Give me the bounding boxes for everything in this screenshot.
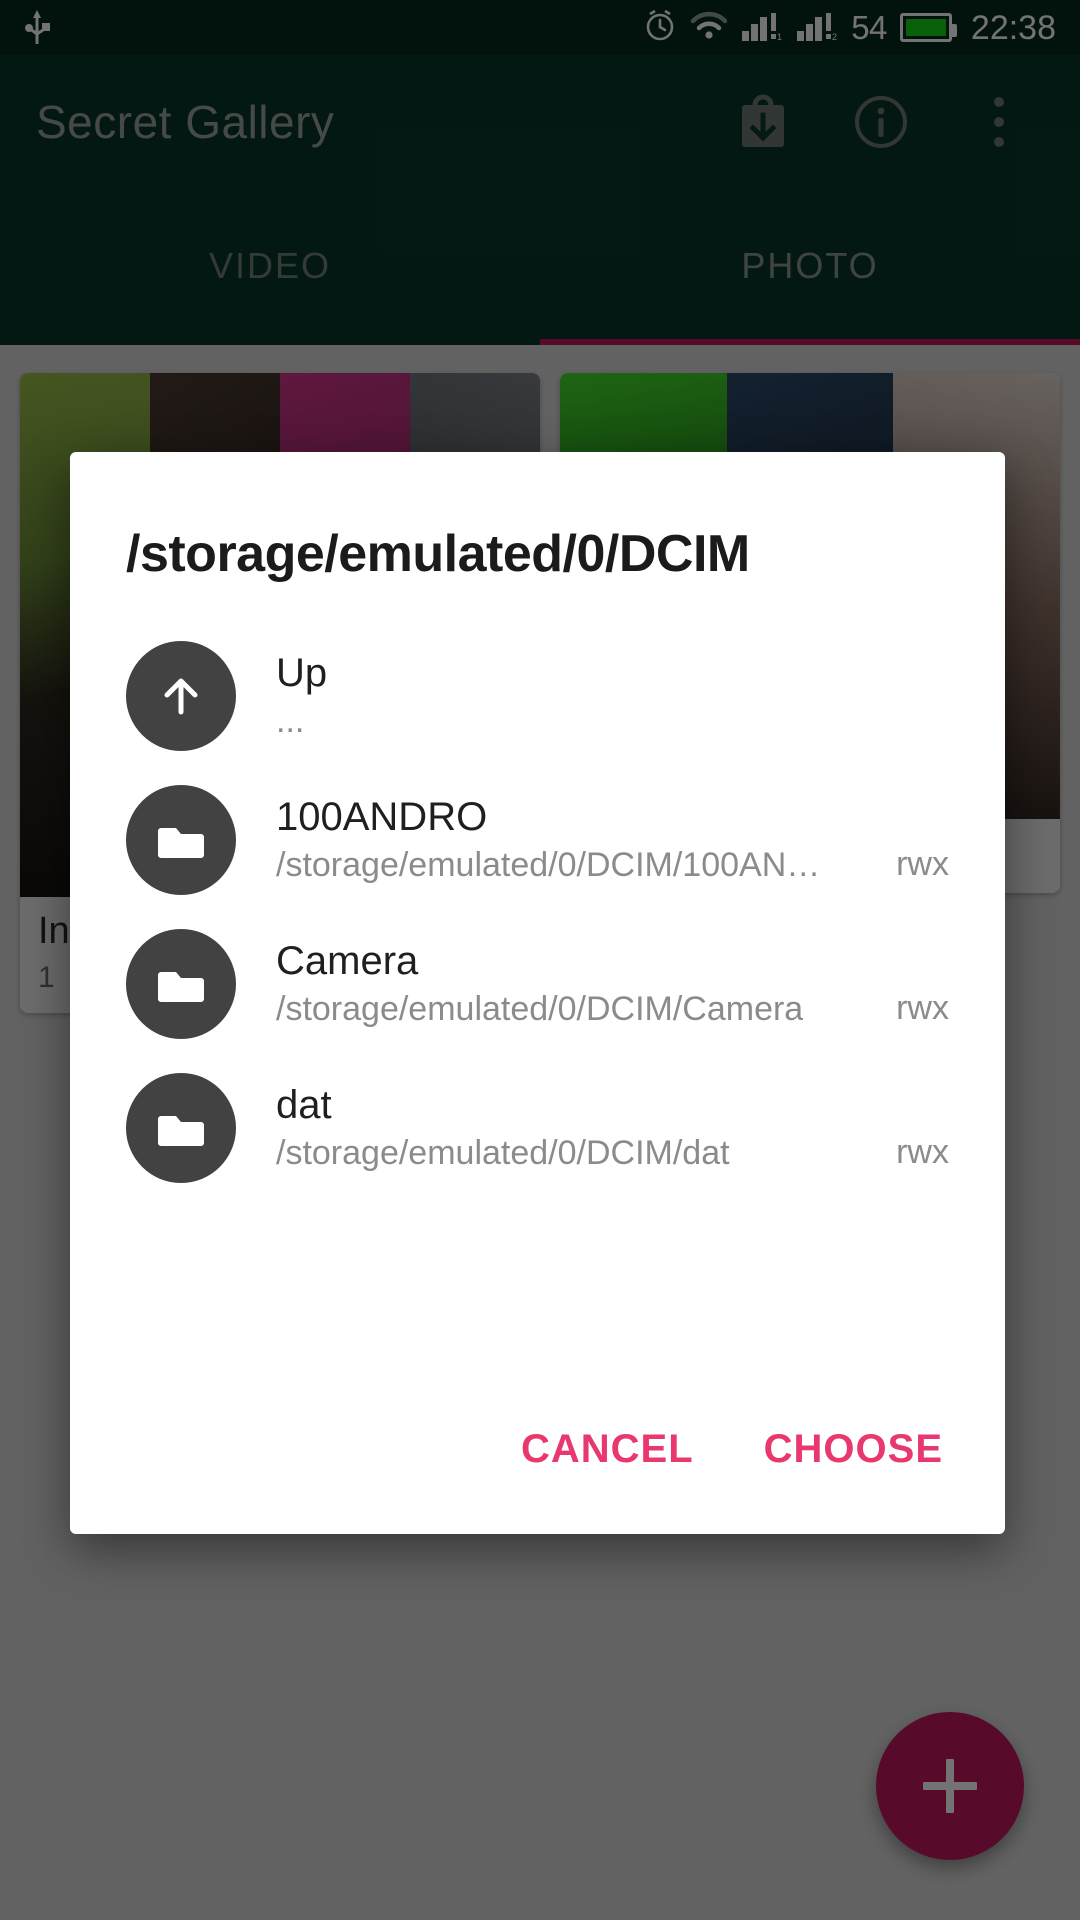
list-item-texts: Up ...: [276, 650, 927, 741]
list-item-path: ...: [276, 702, 305, 741]
screen: 1 2 54 22:38 Secret Gallery: [0, 0, 1080, 1920]
list-item-permissions: rwx: [896, 844, 949, 883]
list-item-folder[interactable]: Camera /storage/emulated/0/DCIM/Camera r…: [70, 912, 1005, 1056]
list-item-texts: 100ANDRO /storage/emulated/0/DCIM/100AN…: [276, 794, 874, 885]
list-item-body: 100ANDRO /storage/emulated/0/DCIM/100AN……: [276, 794, 949, 885]
folder-icon: [126, 785, 236, 895]
list-item-path: /storage/emulated/0/DCIM/dat: [276, 1134, 730, 1173]
list-item-title: Up: [276, 651, 328, 696]
dialog-title: /storage/emulated/0/DCIM: [126, 525, 750, 583]
list-item-up[interactable]: Up ...: [70, 624, 1005, 768]
dialog-actions: CANCEL CHOOSE: [70, 1389, 1005, 1534]
list-item-sub-wrap: /storage/emulated/0/DCIM/Camera: [276, 984, 874, 1029]
list-item-path: /storage/emulated/0/DCIM/100AN…: [276, 846, 821, 885]
list-item-texts: dat /storage/emulated/0/DCIM/dat: [276, 1082, 874, 1173]
list-item-path: /storage/emulated/0/DCIM/Camera: [276, 990, 804, 1029]
list-item-body: Up ...: [276, 650, 949, 741]
list-item-permissions: rwx: [896, 1132, 949, 1171]
directory-list: Up ... 100ANDRO /storage/emulated/0/DCIM…: [70, 624, 1005, 1389]
folder-icon: [126, 929, 236, 1039]
list-item-title: dat: [276, 1083, 332, 1128]
folder-icon: [126, 1073, 236, 1183]
arrow-up-icon: [126, 641, 236, 751]
directory-chooser-dialog: /storage/emulated/0/DCIM Up ... 100ANDRO…: [70, 452, 1005, 1534]
list-item-permissions: rwx: [896, 988, 949, 1027]
list-item-folder[interactable]: 100ANDRO /storage/emulated/0/DCIM/100AN……: [70, 768, 1005, 912]
list-item-body: Camera /storage/emulated/0/DCIM/Camera r…: [276, 938, 949, 1029]
list-item-body: dat /storage/emulated/0/DCIM/dat rwx: [276, 1082, 949, 1173]
list-item-sub-wrap: ...: [276, 696, 927, 741]
list-item-sub-wrap: /storage/emulated/0/DCIM/100AN…: [276, 840, 874, 885]
cancel-button[interactable]: CANCEL: [495, 1411, 720, 1488]
list-item-sub-wrap: /storage/emulated/0/DCIM/dat: [276, 1128, 874, 1173]
list-item-title: Camera: [276, 939, 419, 984]
list-item-texts: Camera /storage/emulated/0/DCIM/Camera: [276, 938, 874, 1029]
list-item-folder[interactable]: dat /storage/emulated/0/DCIM/dat rwx: [70, 1056, 1005, 1200]
choose-button[interactable]: CHOOSE: [738, 1411, 969, 1488]
list-item-title: 100ANDRO: [276, 795, 488, 840]
